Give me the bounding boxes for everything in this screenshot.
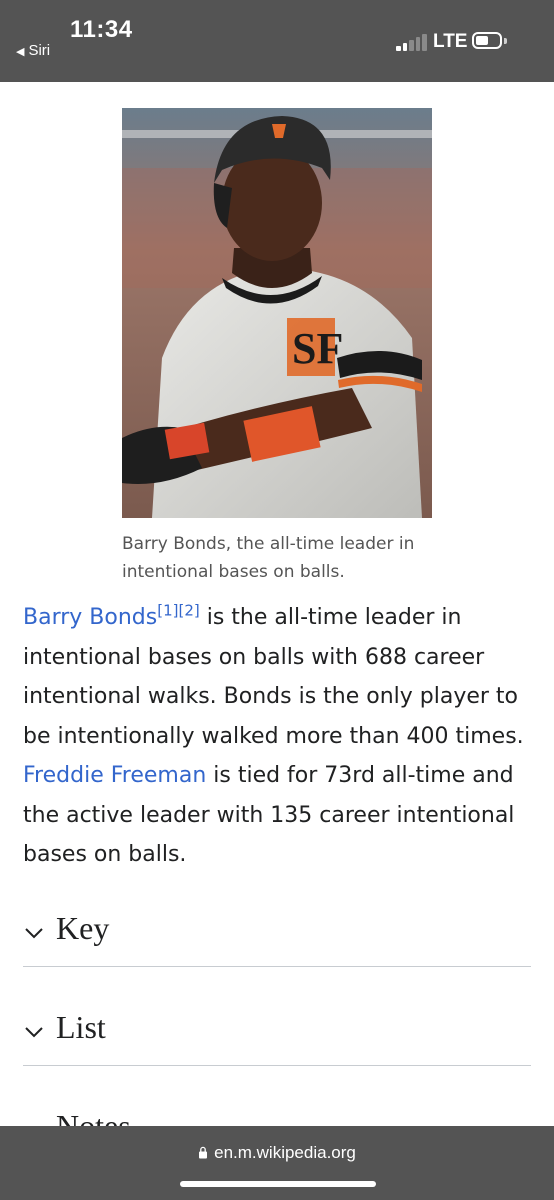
battery-icon bbox=[472, 32, 502, 49]
section-list[interactable]: List bbox=[23, 1005, 531, 1066]
reference-2[interactable]: [2] bbox=[178, 602, 199, 620]
photo-caption: Barry Bonds, the all-time leader in inte… bbox=[122, 534, 415, 582]
svg-text:SF: SF bbox=[292, 324, 343, 373]
status-bar: 11:34 ◀ Siri LTE bbox=[0, 0, 554, 82]
player-photo[interactable]: SF bbox=[122, 108, 432, 518]
network-type: LTE bbox=[433, 31, 468, 52]
home-indicator[interactable] bbox=[180, 1181, 376, 1187]
signal-strength-icon bbox=[396, 34, 427, 51]
freddie-freeman-link[interactable]: Freddie Freeman bbox=[23, 763, 206, 788]
back-arrow-icon: ◀ bbox=[16, 46, 25, 58]
section-list-label: List bbox=[56, 1009, 106, 1045]
section-key-label: Key bbox=[56, 910, 110, 946]
reference-1[interactable]: [1] bbox=[157, 602, 178, 620]
back-to-siri-button[interactable]: ◀ Siri bbox=[16, 42, 50, 59]
barry-bonds-photo: SF bbox=[122, 108, 432, 518]
lock-icon bbox=[199, 1146, 208, 1159]
section-divider bbox=[23, 966, 531, 967]
article-paragraph: Barry Bonds[1][2] is the all-time leader… bbox=[23, 598, 538, 875]
section-key[interactable]: Key bbox=[23, 906, 531, 967]
url-text: en.m.wikipedia.org bbox=[214, 1143, 356, 1162]
back-label: Siri bbox=[28, 42, 51, 59]
browser-url-bar[interactable]: en.m.wikipedia.org bbox=[0, 1126, 554, 1200]
chevron-down-icon bbox=[25, 928, 43, 939]
status-time: 11:34 bbox=[70, 16, 133, 43]
section-divider bbox=[23, 1065, 531, 1066]
barry-bonds-link[interactable]: Barry Bonds bbox=[23, 605, 157, 630]
chevron-down-icon bbox=[25, 1027, 43, 1038]
